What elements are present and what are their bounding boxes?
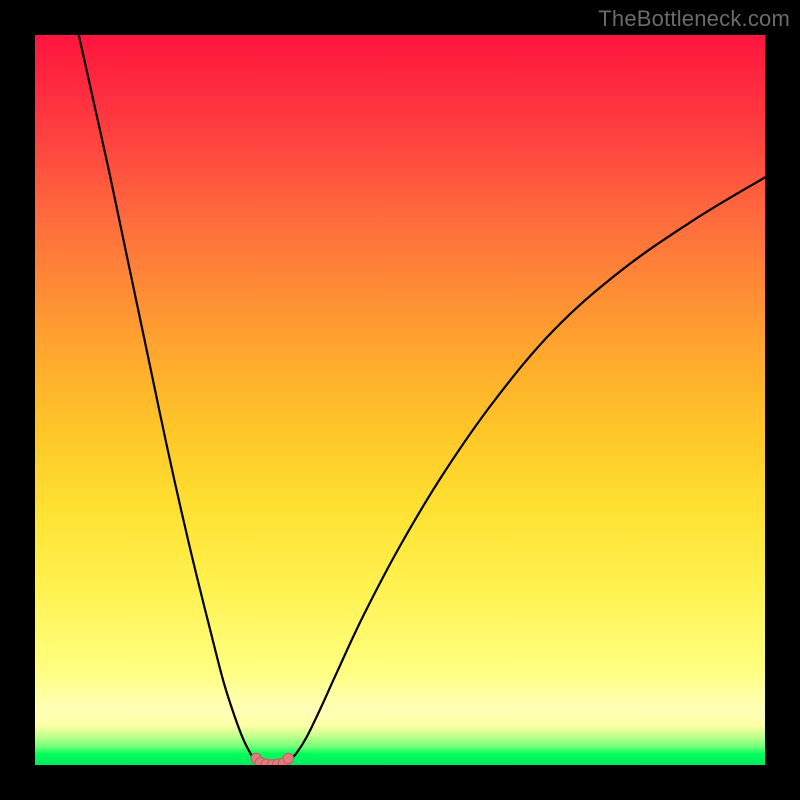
curve-layer <box>35 35 765 765</box>
series-right-branch <box>289 177 765 760</box>
valley-markers <box>251 753 294 765</box>
watermark-text: TheBottleneck.com <box>598 6 790 32</box>
series-left-branch <box>79 35 256 761</box>
curve-paths <box>79 35 765 765</box>
plot-area <box>35 35 765 765</box>
chart-stage: TheBottleneck.com <box>0 0 800 800</box>
valley-marker <box>283 753 293 763</box>
